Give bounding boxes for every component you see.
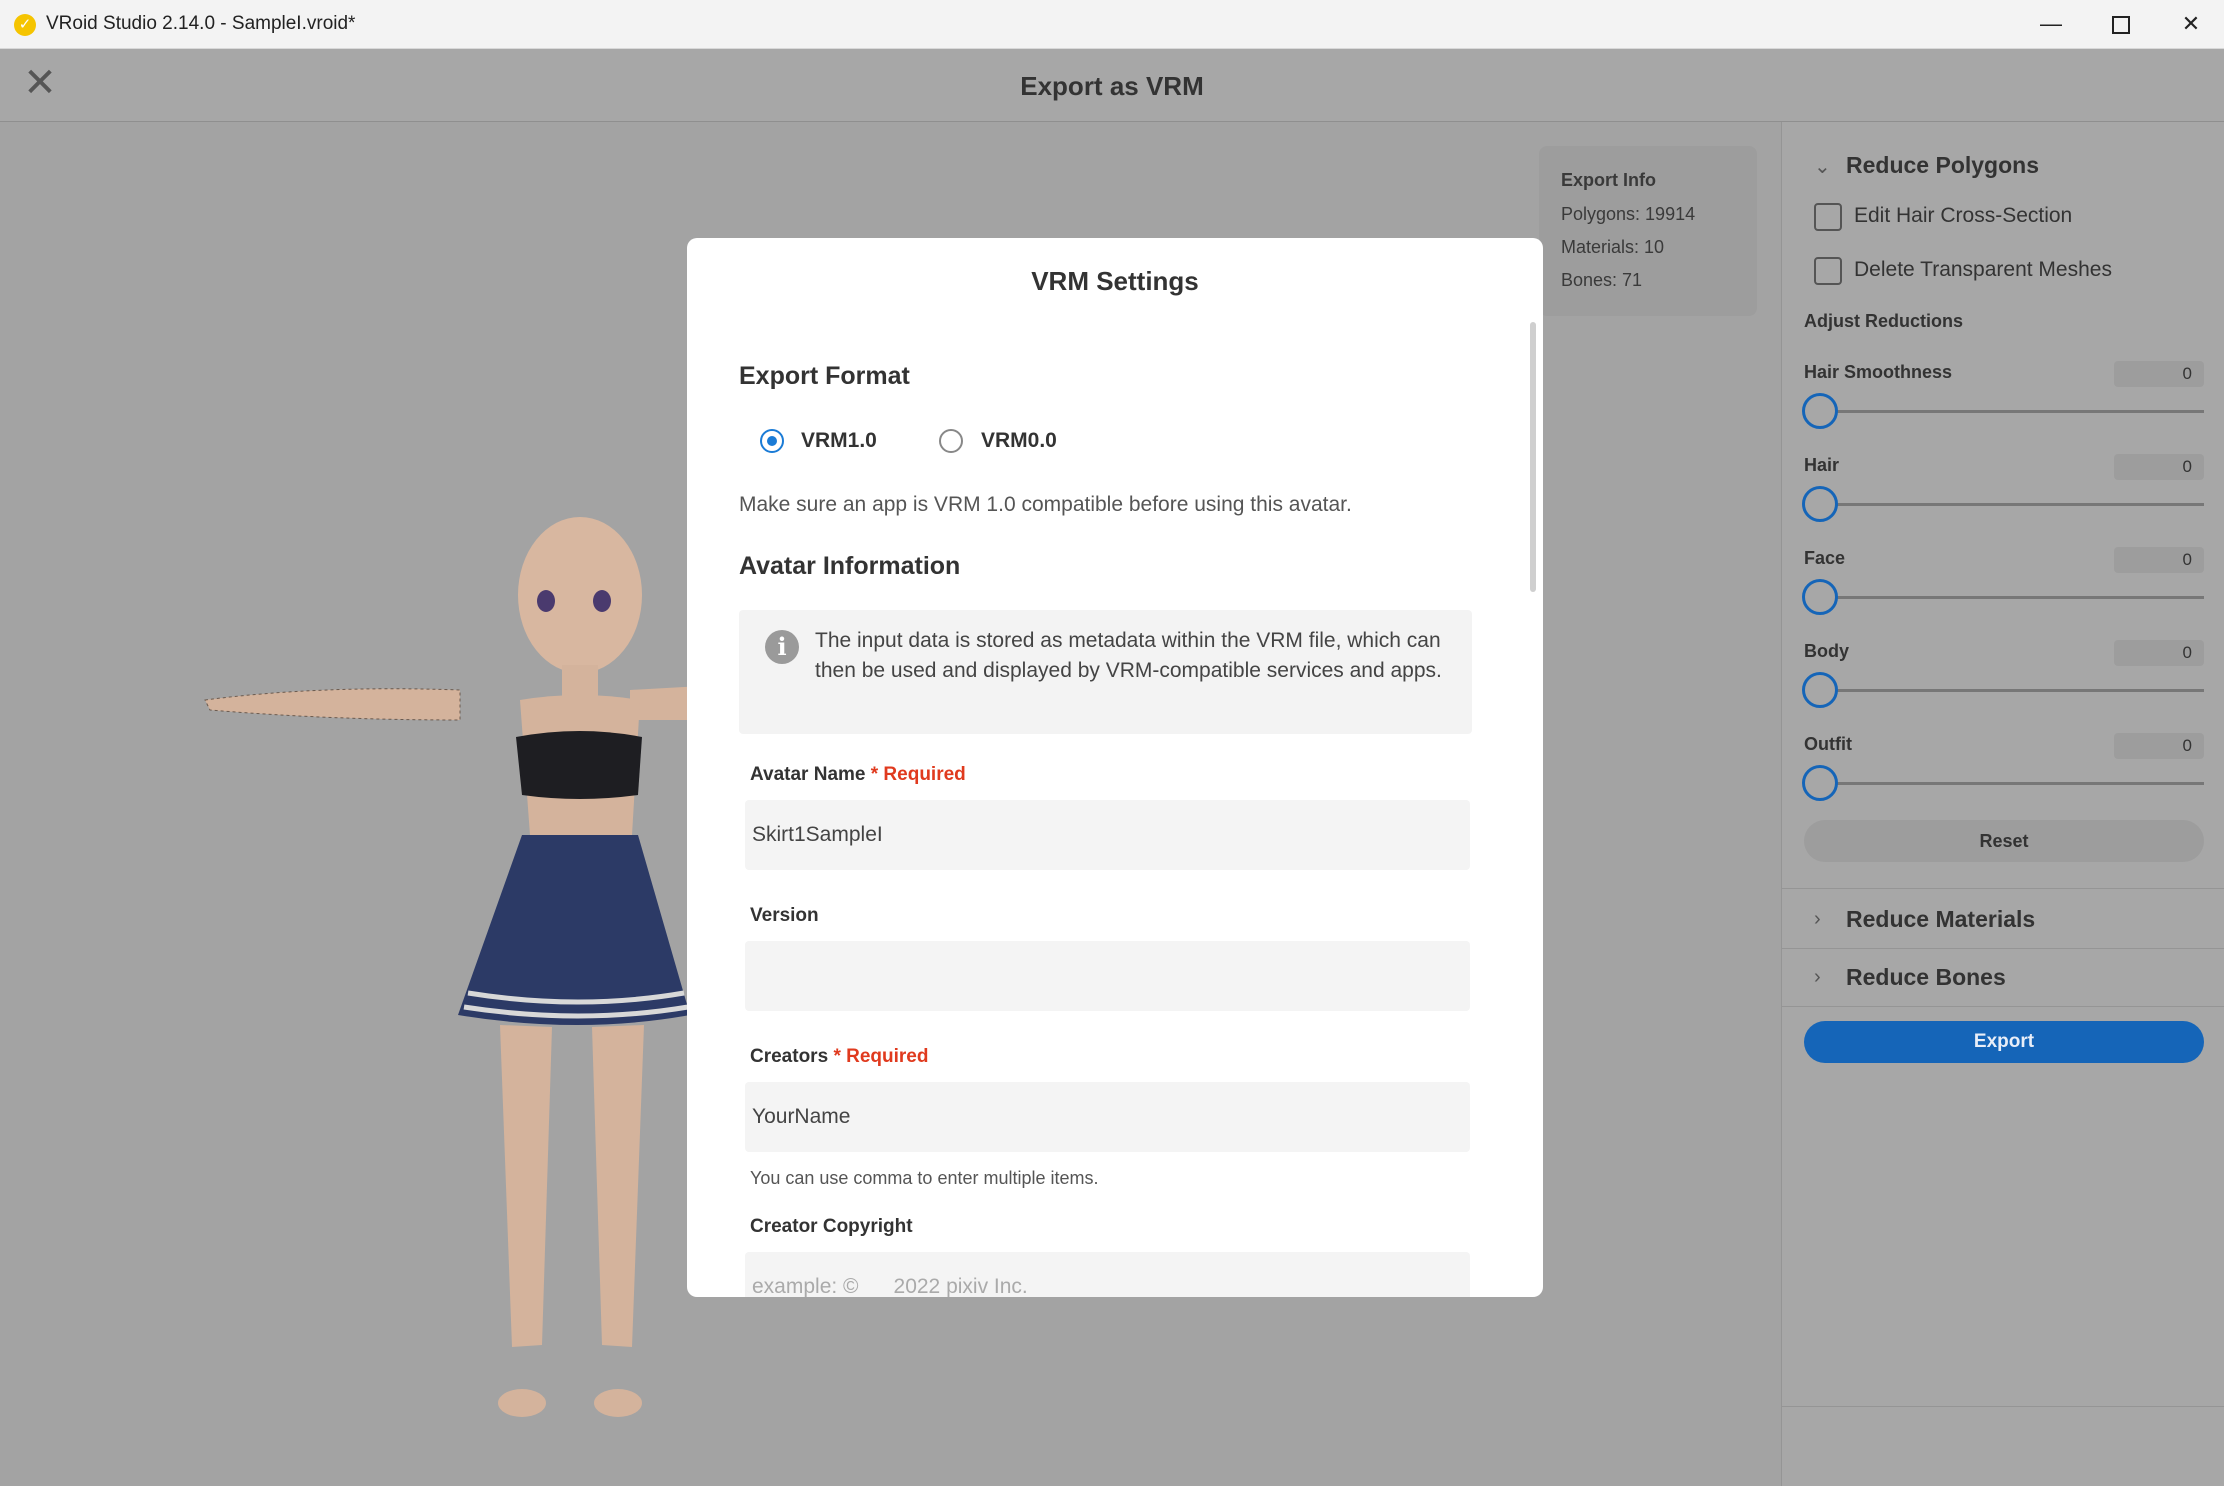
export-info-panel: Export Info Polygons: 19914 Materials: 1… [1539, 146, 1757, 316]
adjust-reductions-title: Adjust Reductions [1804, 311, 1964, 331]
delete-transparent-meshes-checkbox[interactable] [1814, 257, 1842, 285]
window-close-icon: ✕ [2181, 11, 2201, 36]
slider-value-body[interactable]: 0 [2114, 640, 2204, 666]
slider-label-body: Body [1804, 641, 1849, 661]
polygons-count: Polygons: 19914 [1561, 204, 1696, 224]
slider-thumb-body[interactable] [1802, 672, 1838, 708]
reduce-bones-header[interactable]: › Reduce Bones [1782, 950, 2224, 1008]
slider-track-face[interactable] [1804, 596, 2204, 599]
window-close-button[interactable]: ✕ [2156, 0, 2224, 48]
slider-value-hair-smoothness[interactable]: 0 [2114, 361, 2204, 387]
window-titlebar: ✓ VRoid Studio 2.14.0 - SampleI.vroid* —… [0, 0, 2224, 49]
reduce-materials-header[interactable]: › Reduce Materials [1782, 892, 2224, 950]
minimize-icon: — [2040, 11, 2062, 36]
edit-hair-cross-section-label[interactable]: Edit Hair Cross-Section [1854, 204, 2072, 228]
reset-button[interactable]: Reset [1804, 820, 2204, 862]
slider-thumb-hair[interactable] [1802, 486, 1838, 522]
avatar-name-input[interactable] [745, 800, 1470, 870]
divider [1782, 948, 2224, 949]
dialog-scrollbar[interactable] [1530, 322, 1536, 592]
required-marker: * Required [870, 764, 966, 785]
creators-hint: You can use comma to enter multiple item… [750, 1168, 1099, 1188]
export-info-title: Export Info [1561, 170, 1656, 190]
slider-track-body[interactable] [1804, 689, 2204, 692]
slider-track-hair[interactable] [1804, 503, 2204, 506]
radio-vrm00-label[interactable]: VRM0.0 [981, 429, 1057, 453]
minimize-button[interactable]: — [2016, 0, 2086, 48]
creator-copyright-input[interactable] [745, 1252, 1470, 1297]
avatar-information-title: Avatar Information [739, 552, 961, 580]
slider-label-face: Face [1804, 548, 1846, 568]
slider-value-outfit[interactable]: 0 [2114, 733, 2204, 759]
metadata-info-text: The input data is stored as metadata wit… [815, 629, 1442, 682]
slider-value-hair[interactable]: 0 [2114, 454, 2204, 480]
slider-track-hair-smoothness[interactable] [1804, 410, 2204, 413]
export-button[interactable]: Export [1804, 1021, 2204, 1063]
chevron-right-icon: › [1814, 908, 1821, 930]
creators-input[interactable] [745, 1082, 1470, 1152]
metadata-info-box: i The input data is stored as metadata w… [739, 610, 1472, 734]
delete-transparent-meshes-label[interactable]: Delete Transparent Meshes [1854, 258, 2112, 282]
materials-count: Materials: 10 [1561, 237, 1665, 257]
page-title: Export as VRM [1020, 71, 1204, 101]
divider [1782, 1006, 2224, 1007]
reduce-polygons-header[interactable]: ⌄ Reduce Polygons [1782, 138, 2224, 196]
export-format-title: Export Format [739, 362, 910, 390]
slider-thumb-hair-smoothness[interactable] [1802, 393, 1838, 429]
optimization-panel: ⌄ Reduce Polygons Edit Hair Cross-Sectio… [1781, 122, 2224, 1486]
bones-count: Bones: 71 [1561, 270, 1643, 290]
dialog-title: VRM Settings [1031, 266, 1199, 296]
maximize-button[interactable] [2086, 0, 2156, 48]
avatar-figure [204, 517, 720, 1417]
version-input[interactable] [745, 941, 1470, 1011]
reduce-polygons-title: Reduce Polygons [1846, 152, 2039, 178]
creators-label: Creators * Required [750, 1046, 929, 1067]
reduce-materials-title: Reduce Materials [1846, 906, 2036, 932]
reduce-bones-title: Reduce Bones [1846, 964, 2006, 990]
vroid-logo-icon: ✓ [14, 14, 36, 36]
maximize-icon [2112, 16, 2130, 35]
slider-label-hair: Hair [1804, 455, 1840, 475]
avatar-preview [204, 517, 720, 1417]
slider-label-outfit: Outfit [1804, 734, 1852, 754]
radio-vrm10-label[interactable]: VRM1.0 [801, 429, 877, 453]
vrm-compat-note: Make sure an app is VRM 1.0 compatible b… [739, 493, 1352, 516]
chevron-right-icon: › [1814, 966, 1821, 988]
chevron-down-icon: ⌄ [1814, 156, 1831, 178]
creator-copyright-label: Creator Copyright [750, 1216, 913, 1237]
slider-track-outfit[interactable] [1804, 782, 2204, 785]
radio-vrm00[interactable] [939, 429, 963, 453]
edit-hair-cross-section-checkbox[interactable] [1814, 203, 1842, 231]
divider [1782, 888, 2224, 889]
radio-vrm10[interactable] [760, 429, 784, 453]
slider-value-face[interactable]: 0 [2114, 547, 2204, 573]
vrm-settings-dialog: VRM Settings Export Format VRM1.0 VRM0.0… [687, 238, 1543, 1297]
export-header: ✕ Export as VRM [0, 49, 2224, 122]
required-marker: * Required [833, 1046, 929, 1067]
avatar-name-label: Avatar Name * Required [750, 764, 966, 785]
info-icon: i [765, 630, 799, 664]
slider-thumb-face[interactable] [1802, 579, 1838, 615]
version-label: Version [750, 905, 819, 926]
slider-label-hair-smoothness: Hair Smoothness [1804, 362, 1953, 382]
window-title: VRoid Studio 2.14.0 - SampleI.vroid* [46, 13, 356, 34]
divider [1782, 1406, 2224, 1407]
slider-thumb-outfit[interactable] [1802, 765, 1838, 801]
